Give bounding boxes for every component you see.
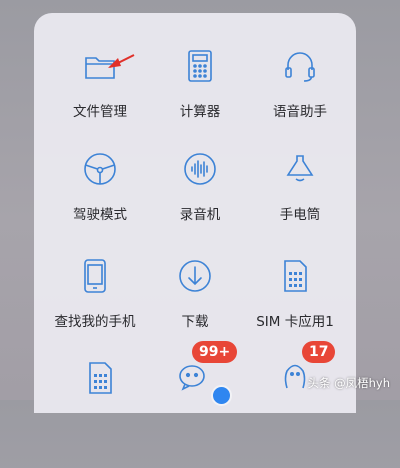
app-flashlight[interactable]: 手电筒 bbox=[245, 149, 355, 259]
app-driving-mode[interactable]: 驾驶模式 bbox=[45, 149, 155, 259]
app-label: 查找我的手机 bbox=[54, 314, 136, 330]
app-find-my-phone[interactable]: 查找我的手机 bbox=[40, 256, 150, 366]
headset-icon bbox=[280, 46, 320, 86]
sound-wave-icon bbox=[180, 149, 220, 189]
app-calculator[interactable]: 计算器 bbox=[145, 46, 255, 156]
watermark: 头条 @凤梧hyh bbox=[307, 376, 390, 390]
sim-card-icon bbox=[80, 358, 120, 398]
steering-wheel-icon bbox=[80, 149, 120, 189]
app-sim-toolkit-2[interactable] bbox=[45, 358, 155, 468]
phone-icon bbox=[75, 256, 115, 296]
folder-icon bbox=[80, 46, 120, 86]
app-label: 驾驶模式 bbox=[73, 207, 127, 223]
download-icon bbox=[175, 256, 215, 296]
app-label: 语音助手 bbox=[273, 104, 327, 120]
app-file-manager[interactable]: 文件管理 bbox=[45, 46, 155, 156]
app-label: 计算器 bbox=[179, 104, 221, 120]
flashlight-icon bbox=[280, 149, 320, 189]
app-recorder[interactable]: 录音机 bbox=[145, 149, 255, 259]
app-label: 文件管理 bbox=[73, 104, 127, 120]
app-voice-assistant[interactable]: 语音助手 bbox=[245, 46, 355, 156]
calculator-icon bbox=[180, 46, 220, 86]
app-label: 手电筒 bbox=[279, 207, 321, 223]
wechat-icon bbox=[175, 358, 215, 398]
app-label: 下载 bbox=[181, 314, 209, 330]
sim-card-icon bbox=[275, 256, 315, 296]
verified-check-icon bbox=[211, 385, 232, 406]
notification-badge-wechat: 99+ bbox=[192, 341, 238, 363]
app-wechat[interactable] bbox=[140, 358, 250, 468]
app-label: SIM 卡应用1 bbox=[256, 314, 334, 330]
app-label: 录音机 bbox=[179, 207, 221, 223]
notification-badge-qq: 17 bbox=[302, 341, 336, 363]
